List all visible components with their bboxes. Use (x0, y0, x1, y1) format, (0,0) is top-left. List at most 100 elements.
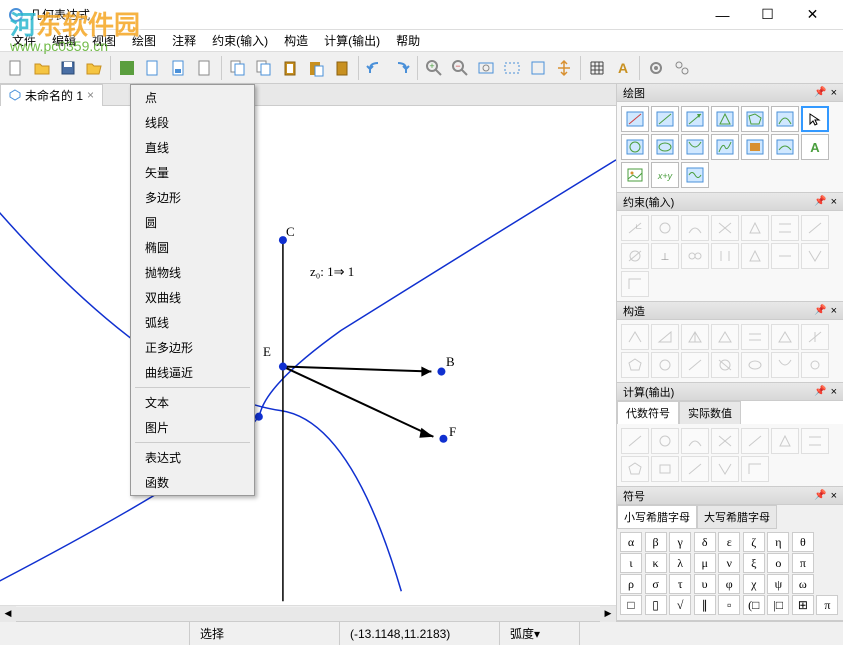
calc-tool[interactable] (651, 428, 679, 454)
calc-tab-numeric[interactable]: 实际数值 (679, 401, 741, 424)
draw-tool-3[interactable] (681, 106, 709, 132)
constrain-tool[interactable] (621, 271, 649, 297)
symbol-tab-upper[interactable]: 大写希腊字母 (697, 505, 777, 529)
calc-tool[interactable] (801, 428, 829, 454)
new-icon[interactable] (4, 56, 28, 80)
sym-sup[interactable]: ▫ (718, 595, 740, 615)
dd-expression[interactable]: 表达式 (131, 445, 254, 470)
dd-ellipse[interactable]: 椭圆 (131, 235, 254, 260)
constrain-tool[interactable] (681, 215, 709, 241)
construct-tool[interactable] (651, 352, 679, 378)
gear-icon[interactable] (644, 56, 668, 80)
close-panel-icon[interactable]: × (831, 490, 837, 502)
zoom-fit-icon[interactable] (474, 56, 498, 80)
menu-edit[interactable]: 编辑 (44, 30, 84, 51)
calc-tool[interactable] (681, 428, 709, 454)
sym-eta[interactable]: η (767, 532, 789, 552)
construct-tool[interactable] (711, 352, 739, 378)
construct-tool[interactable] (621, 352, 649, 378)
sym-upsilon[interactable]: υ (694, 574, 716, 594)
sym-zeta[interactable]: ζ (743, 532, 765, 552)
draw-tool-image[interactable] (621, 162, 649, 188)
sym-sub[interactable]: □ (620, 595, 642, 615)
dd-regpoly[interactable]: 正多边形 (131, 335, 254, 360)
dd-circle[interactable]: 圆 (131, 210, 254, 235)
sym-rho[interactable]: ρ (620, 574, 642, 594)
constrain-tool[interactable] (651, 215, 679, 241)
menu-constrain[interactable]: 约束(输入) (204, 30, 276, 51)
folder-icon[interactable] (82, 56, 106, 80)
calc-tool[interactable] (771, 428, 799, 454)
sym-frac[interactable]: ▯ (645, 595, 667, 615)
sym-lambda[interactable]: λ (669, 553, 691, 573)
constrain-tool[interactable] (681, 243, 709, 269)
menu-annotate[interactable]: 注释 (164, 30, 204, 51)
horizontal-scrollbar[interactable]: ◀ ▶ (0, 605, 616, 621)
dd-segment[interactable]: 线段 (131, 110, 254, 135)
calc-tool[interactable] (681, 456, 709, 482)
menu-view[interactable]: 视图 (84, 30, 124, 51)
sym-tau[interactable]: τ (669, 574, 691, 594)
construct-tool[interactable] (681, 324, 709, 350)
pin-icon[interactable]: 📌 (814, 87, 826, 98)
dd-vector[interactable]: 矢量 (131, 160, 254, 185)
constrain-tool[interactable]: ∟ (621, 215, 649, 241)
calc-tool[interactable] (711, 428, 739, 454)
dd-parabola[interactable]: 抛物线 (131, 260, 254, 285)
sym-omicron[interactable]: ο (767, 553, 789, 573)
construct-tool[interactable] (741, 352, 769, 378)
calc-tool[interactable] (711, 456, 739, 482)
sym-matrix[interactable]: ⊞ (792, 595, 814, 615)
construct-tool[interactable] (801, 324, 829, 350)
document-tab[interactable]: 未命名的 1 × (0, 84, 103, 106)
close-panel-icon[interactable]: × (831, 305, 837, 317)
gears-icon[interactable] (670, 56, 694, 80)
draw-tool-9[interactable] (651, 134, 679, 160)
menu-construct[interactable]: 构造 (276, 30, 316, 51)
draw-tool-5[interactable] (741, 106, 769, 132)
draw-tool-1[interactable] (621, 106, 649, 132)
zoom-rect-icon[interactable] (500, 56, 524, 80)
menu-calculate[interactable]: 计算(输出) (316, 30, 388, 51)
calc-tool[interactable] (621, 428, 649, 454)
calc-tool[interactable] (621, 456, 649, 482)
draw-tool-11[interactable] (711, 134, 739, 160)
sym-psi[interactable]: ψ (767, 574, 789, 594)
sym-xi[interactable]: ξ (743, 553, 765, 573)
sym-omega[interactable]: ω (792, 574, 814, 594)
construct-tool[interactable] (801, 352, 829, 378)
dd-image[interactable]: 图片 (131, 415, 254, 440)
calc-tool[interactable] (741, 428, 769, 454)
sym-paren[interactable]: (□ (743, 595, 765, 615)
constrain-tool[interactable] (741, 243, 769, 269)
dd-function[interactable]: 函数 (131, 470, 254, 495)
calc-tool[interactable] (651, 456, 679, 482)
app-icon-btn[interactable] (115, 56, 139, 80)
draw-tool-2[interactable] (651, 106, 679, 132)
construct-tool[interactable] (711, 324, 739, 350)
sym-pi[interactable]: π (792, 553, 814, 573)
grid-icon[interactable] (585, 56, 609, 80)
paste-icon[interactable] (304, 56, 328, 80)
calc-tab-algebra[interactable]: 代数符号 (617, 401, 679, 424)
draw-tool-select[interactable] (801, 106, 829, 132)
constrain-tool[interactable] (801, 243, 829, 269)
sym-sqrt[interactable]: √ (669, 595, 691, 615)
minimize-button[interactable]: — (700, 1, 745, 29)
dd-text[interactable]: 文本 (131, 390, 254, 415)
close-button[interactable]: ✕ (790, 1, 835, 29)
text-icon[interactable]: A (611, 56, 635, 80)
sym-theta[interactable]: θ (792, 532, 814, 552)
close-panel-icon[interactable]: × (831, 196, 837, 208)
copy2-icon[interactable] (252, 56, 276, 80)
constrain-tool[interactable] (741, 215, 769, 241)
sym-beta[interactable]: β (645, 532, 667, 552)
sym-nu[interactable]: ν (718, 553, 740, 573)
draw-tool-4[interactable] (711, 106, 739, 132)
drawing-canvas[interactable]: C E B F z₀: 1⇒ 1 (0, 106, 616, 605)
sym-alpha[interactable]: α (620, 532, 642, 552)
draw-tool-13[interactable] (771, 134, 799, 160)
construct-tool[interactable] (621, 324, 649, 350)
clipboard2-icon[interactable] (330, 56, 354, 80)
draw-tool-8[interactable] (621, 134, 649, 160)
